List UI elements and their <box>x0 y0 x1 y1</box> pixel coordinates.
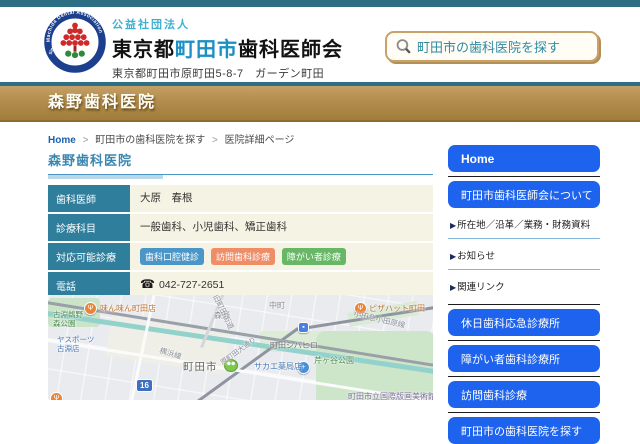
org-name-highlight: 町田市 <box>175 39 238 61</box>
dentist-name: 大原 春根 <box>130 185 433 212</box>
breadcrumb-search-link[interactable]: 町田市の歯科医院を探す <box>95 135 205 146</box>
status-badge-disability-care: 障がい者診療 <box>282 248 346 265</box>
sidebar-link-news[interactable]: ▶お知らせ <box>448 239 600 270</box>
services-badges: 歯科口腔健診 訪問歯科診療 障がい者診療 <box>130 243 433 270</box>
section-title-accent <box>48 175 163 179</box>
restaurant-icon: Ψ <box>84 302 97 315</box>
org-type-label: 公益社団法人 <box>112 16 343 32</box>
phone-icon: ☎ <box>140 277 155 291</box>
map-label-machida-city: 町田市 <box>183 361 218 373</box>
map-label-sakae-pharmacy: サカエ薬局店 <box>254 362 302 371</box>
top-border-bar <box>0 0 640 7</box>
row-header: 歯科医師 <box>48 185 130 212</box>
clinic-section-title: 森野歯科医院 <box>48 150 433 175</box>
map-label-park: 古淵鵜野 森公園 <box>53 311 83 328</box>
breadcrumb: Home > 町田市の歯科医院を探す > 医院詳細ページ <box>48 131 294 146</box>
sidebar-divider <box>448 376 600 377</box>
poi-icon: Ψ <box>50 392 63 400</box>
map-label-nakamachi: 中町 <box>269 301 285 310</box>
status-badge-oral-checkup: 歯科口腔健診 <box>140 248 204 265</box>
sidebar-link-related[interactable]: ▶関連リンク <box>448 270 600 300</box>
row-header: 診療科目 <box>48 214 130 241</box>
search-button-label: 町田市の歯科医院を探す <box>417 37 560 56</box>
sidebar-item-about[interactable]: 町田市歯科医師会について <box>448 181 600 208</box>
restaurant-glyph: Ψ <box>88 305 94 312</box>
find-dentist-search-button[interactable]: 町田市の歯科医院を探す <box>385 31 599 62</box>
table-row-departments: 診療科目 一般歯科、小児歯科、矯正歯科 <box>48 214 433 241</box>
triangle-marker-icon: ▶ <box>450 221 456 230</box>
association-logo[interactable]: Machida Dental Association Since 1948 <box>44 10 106 74</box>
sidebar-item-home-visit[interactable]: 訪問歯科診療 <box>448 381 600 408</box>
station-icon: ▪ <box>298 322 309 333</box>
sidebar-nav: Home 町田市歯科医師会について ▶所在地／沿革／業務・財務資料 ▶お知らせ … <box>448 145 600 444</box>
table-row-dentist: 歯科医師 大原 春根 <box>48 185 433 212</box>
map-label-pizza-hut: ピザハット町田 <box>369 304 425 313</box>
page-title: 森野歯科医院 <box>48 86 640 120</box>
sidebar-divider <box>448 176 600 177</box>
org-name-prefix: 東京都 <box>112 39 175 61</box>
search-icon <box>395 38 412 55</box>
table-row-services: 対応可能診療 歯科口腔健診 訪問歯科診療 障がい者診療 <box>48 243 433 270</box>
breadcrumb-home-link[interactable]: Home <box>48 135 76 146</box>
map-label-shibahiro: 町田シバヒロ <box>270 341 318 350</box>
google-map[interactable]: Ψ Ψ ▪ + ▪ Ψ 16 味ん味ん町田店 古淵鵜野 森公園 ヤスポーツ 古淵… <box>48 295 433 400</box>
map-label-museum: 町田市立国際版画美術館 <box>348 392 433 400</box>
departments-value: 一般歯科、小児歯科、矯正歯科 <box>130 214 433 241</box>
breadcrumb-separator: > <box>212 135 218 146</box>
sidebar-link-label: 所在地／沿革／業務・財務資料 <box>457 220 590 231</box>
status-badge-home-visit: 訪問歯科診療 <box>211 248 275 265</box>
poi-glyph: Ψ <box>54 395 60 400</box>
sidebar-item-home[interactable]: Home <box>448 145 600 172</box>
phone-number: 042-727-2651 <box>159 279 224 291</box>
pharmacy-glyph: + <box>301 364 305 371</box>
sidebar-item-disability-clinic[interactable]: 障がい者歯科診療所 <box>448 345 600 372</box>
org-address: 東京都町田市原町田5-8-7 ガーデン町田 <box>112 65 343 81</box>
triangle-marker-icon: ▶ <box>450 252 456 261</box>
site-header: Machida Dental Association Since 1948 公益… <box>0 7 640 82</box>
sidebar-item-holiday-emergency[interactable]: 休日歯科応急診療所 <box>448 309 600 336</box>
org-name-suffix: 歯科医師会 <box>238 39 343 61</box>
sidebar-divider <box>448 412 600 413</box>
sidebar-divider <box>448 340 600 341</box>
map-label-restaurant: 味ん味ん町田店 <box>100 304 156 313</box>
sidebar-link-location[interactable]: ▶所在地／沿革／業務・財務資料 <box>448 208 600 239</box>
sidebar-item-find-dentist[interactable]: 町田市の歯科医院を探す <box>448 417 600 444</box>
breadcrumb-current-page: 医院詳細ページ <box>225 135 295 146</box>
map-label-serigaya-park: 芹ヶ谷公園 <box>314 356 354 365</box>
triangle-marker-icon: ▶ <box>450 283 456 292</box>
route-16-shield: 16 <box>136 379 153 392</box>
sidebar-link-label: 関連リンク <box>457 282 505 293</box>
sidebar-link-label: お知らせ <box>457 251 495 262</box>
org-name: 東京都町田市歯科医師会 <box>112 33 343 62</box>
page-banner: 森野歯科医院 <box>0 86 640 122</box>
map-label-sports-store: ヤスポーツ 古淵店 <box>57 336 94 353</box>
station-glyph: ▪ <box>302 324 304 331</box>
row-header: 対応可能診療 <box>48 243 130 270</box>
sidebar-divider <box>448 304 600 305</box>
breadcrumb-separator: > <box>83 135 89 146</box>
